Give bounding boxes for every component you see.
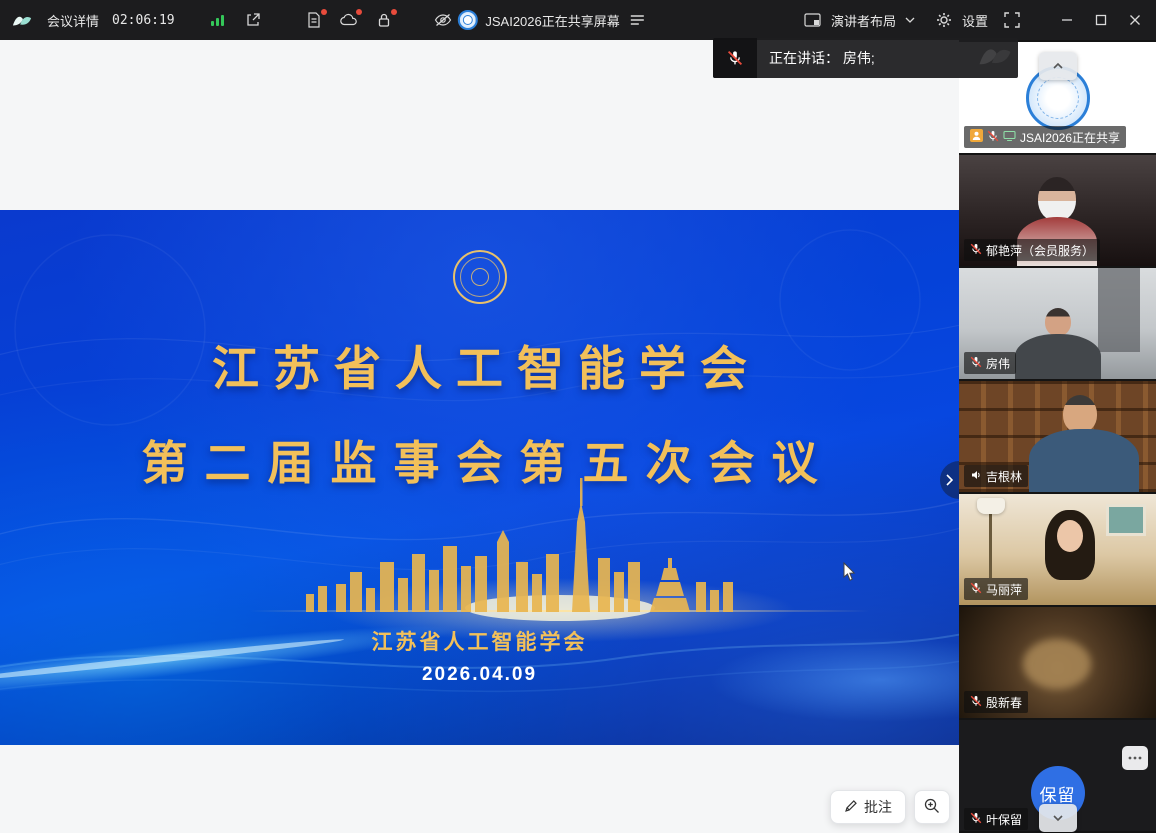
presenter-badge-icon: [970, 129, 983, 145]
hide-view-icon[interactable]: [433, 10, 453, 30]
mic-muted-icon: [970, 243, 982, 258]
mic-muted-icon: [970, 812, 982, 827]
popout-icon[interactable]: [243, 10, 263, 30]
participant-tile[interactable]: 马丽萍: [959, 494, 1156, 605]
participant-name: 马丽萍: [986, 581, 1022, 598]
participant-tile[interactable]: 吉根林: [959, 381, 1156, 492]
scroll-down-button[interactable]: [1039, 804, 1077, 832]
slide-footer: 江苏省人工智能学会 2026.04.09: [0, 626, 959, 686]
participant-label: JSAI2026正在共享: [964, 126, 1126, 148]
pen-icon: [844, 799, 858, 816]
participants-panel: JSAI2026正在共享 郁艳萍（会员服务）: [959, 40, 1156, 833]
slide-footer-org: 江苏省人工智能学会: [0, 626, 959, 656]
mic-muted-icon: [713, 38, 757, 78]
sharing-status-text: JSAI2026正在共享屏幕: [485, 11, 619, 30]
meeting-details-button[interactable]: 会议详情: [47, 11, 99, 30]
annotate-button[interactable]: 批注: [830, 790, 906, 824]
layout-icon[interactable]: [803, 10, 823, 30]
close-button[interactable]: [1120, 6, 1150, 34]
participant-figure: [1038, 177, 1076, 221]
mic-muted-icon: [970, 582, 982, 597]
participant-label: 房伟: [964, 352, 1016, 374]
share-list-icon[interactable]: [628, 10, 648, 30]
mic-muted-icon: [970, 356, 982, 371]
network-signal-icon[interactable]: [208, 10, 228, 30]
association-emblem-icon: [453, 250, 507, 304]
top-toolbar: 会议详情 02:06:19 JSAI2026正在共享屏幕: [0, 0, 1156, 40]
sharing-status: JSAI2026正在共享屏幕: [457, 0, 647, 40]
participant-tile[interactable]: 郁艳萍（会员服务）: [959, 155, 1156, 266]
lock-icon[interactable]: [374, 10, 394, 30]
cloud-icon[interactable]: [339, 10, 359, 30]
participant-name: JSAI2026正在共享: [1020, 129, 1120, 146]
layout-button[interactable]: 演讲者布局: [831, 11, 896, 30]
presentation-slide: 江苏省人工智能学会 第二届监事会第五次会议 江苏省人工智能学会 2026.04.…: [0, 210, 959, 745]
participant-figure: [1029, 429, 1139, 492]
meeting-window: 会议详情 02:06:19 JSAI2026正在共享屏幕: [0, 0, 1156, 833]
participant-figure: [1057, 520, 1083, 552]
background-detail: [1106, 504, 1146, 536]
participant-name: 郁艳萍（会员服务）: [986, 242, 1094, 259]
zoom-button[interactable]: [914, 790, 950, 824]
chevron-down-icon[interactable]: [904, 10, 916, 30]
slide-footer-date: 2026.04.09: [0, 664, 959, 686]
share-toolbar: 批注: [830, 790, 950, 824]
participant-figure: [1015, 334, 1101, 379]
participant-label: 马丽萍: [964, 578, 1028, 600]
background-detail: [977, 498, 1005, 514]
screen-share-icon: [1003, 130, 1016, 145]
scroll-up-button[interactable]: [1039, 52, 1077, 80]
slide-title-line1: 江苏省人工智能学会: [0, 330, 959, 399]
shared-screen-area: 江苏省人工智能学会 第二届监事会第五次会议 江苏省人工智能学会 2026.04.…: [0, 40, 959, 833]
fullscreen-icon[interactable]: [1002, 10, 1022, 30]
slide-title: 江苏省人工智能学会 第二届监事会第五次会议: [0, 330, 959, 493]
participant-name: 房伟: [986, 355, 1010, 372]
maximize-button[interactable]: [1086, 6, 1116, 34]
app-logo-icon: [12, 10, 32, 30]
annotate-label: 批注: [864, 797, 892, 817]
settings-gear-icon[interactable]: [934, 10, 954, 30]
participant-label: 郁艳萍（会员服务）: [964, 239, 1100, 261]
participant-tile[interactable]: 殷新春: [959, 607, 1156, 718]
speaking-names: 房伟;: [843, 50, 875, 66]
speaking-toast: 正在讲话： 房伟;: [713, 38, 1018, 78]
more-options-button[interactable]: [1122, 746, 1148, 770]
participant-name: 叶保留: [986, 811, 1022, 828]
mic-muted-icon: [970, 695, 982, 710]
speaker-volume-icon: [970, 469, 982, 484]
participant-figure: [1063, 395, 1097, 433]
document-icon[interactable]: [304, 10, 324, 30]
background-detail: [989, 508, 992, 578]
participant-label: 叶保留: [964, 808, 1028, 830]
participant-name: 吉根林: [986, 468, 1022, 485]
mic-muted-icon: [987, 130, 999, 145]
participant-figure: [1023, 639, 1091, 689]
settings-button[interactable]: 设置: [962, 11, 988, 30]
participant-name: 殷新春: [986, 694, 1022, 711]
meeting-timer: 02:06:19: [112, 13, 175, 28]
speaking-label: 正在讲话：: [769, 50, 839, 66]
sharer-avatar-icon: [457, 10, 477, 30]
skyline-silhouette: [306, 478, 733, 612]
magnifier-plus-icon: [924, 798, 940, 817]
toast-watermark-icon: [978, 42, 1012, 73]
minimize-button[interactable]: [1052, 6, 1082, 34]
slide-title-line2: 第二届监事会第五次会议: [0, 427, 959, 493]
participant-tile-active-speaker[interactable]: 房伟: [959, 268, 1156, 379]
background-detail: [1098, 268, 1140, 352]
participant-label: 吉根林: [964, 465, 1028, 487]
participant-figure: [1045, 308, 1071, 336]
participant-label: 殷新春: [964, 691, 1028, 713]
